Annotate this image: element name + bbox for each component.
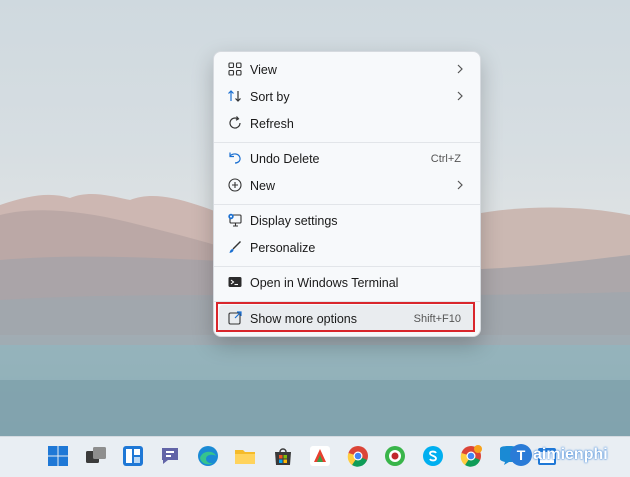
skype-icon[interactable] — [421, 444, 445, 468]
refresh-icon — [229, 116, 241, 129]
menu-item-new[interactable]: New — [219, 172, 475, 199]
store-icon[interactable] — [271, 444, 295, 468]
menu-item-undo-delete[interactable]: Undo Delete Ctrl+Z — [219, 145, 475, 172]
menu-divider — [214, 204, 480, 205]
display-settings-icon — [228, 213, 242, 227]
chevron-right-icon — [457, 91, 463, 101]
menu-divider — [214, 266, 480, 267]
menu-item-label: Display settings — [250, 213, 338, 228]
chevron-right-icon — [457, 180, 463, 190]
widgets-icon[interactable] — [121, 444, 145, 468]
menu-item-label: View — [250, 62, 277, 77]
menu-divider — [214, 142, 480, 143]
start-icon[interactable] — [46, 444, 70, 468]
menu-item-refresh[interactable]: Refresh — [219, 110, 475, 137]
menu-item-view[interactable]: View — [219, 56, 475, 83]
teams-chat-icon[interactable] — [158, 444, 182, 468]
watermark-text: aimienphi — [533, 446, 608, 463]
highlight-annotation-box — [216, 302, 475, 332]
chrome-alt-icon[interactable] — [459, 444, 483, 468]
file-explorer-icon[interactable] — [233, 444, 257, 468]
menu-item-personalize[interactable]: Personalize — [219, 234, 475, 261]
personalize-brush-icon — [229, 241, 241, 253]
undo-icon — [229, 152, 241, 164]
menu-item-label: Refresh — [250, 116, 294, 131]
menu-item-sort-by[interactable]: Sort by — [219, 83, 475, 110]
menu-item-display-settings[interactable]: Display settings — [219, 207, 475, 234]
site-watermark: T aimienphi — [510, 441, 630, 469]
desktop-context-menu: View Sort by Refresh Undo Delete Ctrl+Z … — [213, 51, 481, 337]
new-plus-icon — [228, 178, 242, 192]
menu-item-open-terminal[interactable]: Open in Windows Terminal — [219, 269, 475, 296]
menu-item-label: Sort by — [250, 89, 290, 104]
edge-icon[interactable] — [196, 444, 220, 468]
terminal-icon — [228, 277, 242, 287]
office-app-icon[interactable] — [308, 444, 332, 468]
view-grid-icon — [228, 62, 242, 76]
menu-item-label: Personalize — [250, 240, 316, 255]
task-view-icon[interactable] — [84, 444, 108, 468]
chrome-icon[interactable] — [346, 444, 370, 468]
ccleaner-icon[interactable] — [383, 444, 407, 468]
watermark-logo: T — [510, 444, 532, 466]
menu-item-shortcut: Ctrl+Z — [430, 152, 461, 165]
menu-item-label: Undo Delete — [250, 151, 320, 166]
chevron-right-icon — [457, 64, 463, 74]
sort-icon — [228, 90, 241, 102]
menu-item-label: New — [250, 178, 276, 193]
menu-item-label: Open in Windows Terminal — [250, 275, 399, 290]
